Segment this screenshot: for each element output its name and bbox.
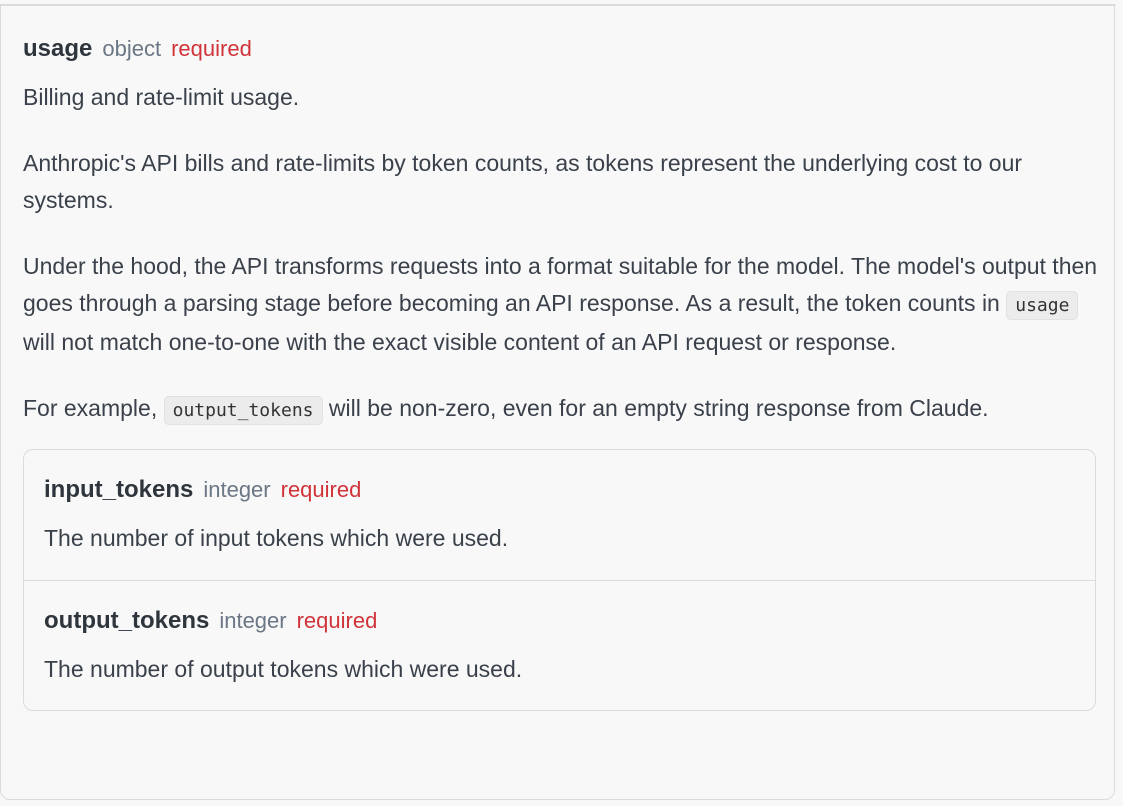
param-paragraph-example: For example, output_tokens will be non-z… <box>23 390 1098 429</box>
param-description: Billing and rate-limit usage. <box>23 84 300 110</box>
param-type: integer <box>203 477 271 502</box>
child-param-header: output_tokens integer required <box>44 607 1075 641</box>
child-param-header: input_tokens integer required <box>44 476 1075 510</box>
child-param-output-tokens: output_tokens integer required The numbe… <box>24 580 1095 710</box>
paragraph-text: will not match one-to-one with the exact… <box>23 329 897 355</box>
param-name: output_tokens <box>44 607 210 634</box>
usage-param-panel: usage object required Billing and rate-l… <box>0 4 1116 800</box>
param-name: usage <box>23 35 93 62</box>
required-badge: required <box>280 477 362 502</box>
param-description: The number of output tokens which were u… <box>44 656 523 682</box>
paragraph-text: will be non-zero, even for an empty stri… <box>322 395 989 421</box>
required-badge: required <box>171 36 252 61</box>
param-paragraph-parsing: Under the hood, the API transforms reque… <box>23 248 1098 361</box>
param-name: input_tokens <box>44 476 194 503</box>
child-param-input-tokens: input_tokens integer required The number… <box>24 450 1095 580</box>
param-paragraph-billing: Anthropic's API bills and rate-limits by… <box>23 150 1023 213</box>
paragraph-text: Under the hood, the API transforms reque… <box>23 253 1098 316</box>
required-badge: required <box>296 608 378 633</box>
top-divider <box>1 5 1116 6</box>
usage-param-content: usage object required Billing and rate-l… <box>23 35 1098 711</box>
inline-code-usage: usage <box>1006 291 1079 320</box>
paragraph-text: For example, <box>23 395 164 421</box>
param-description: The number of input tokens which were us… <box>44 525 509 551</box>
param-type: integer <box>219 608 287 633</box>
child-attributes-box: input_tokens integer required The number… <box>23 449 1096 711</box>
param-type: object <box>102 36 162 61</box>
usage-param-header: usage object required <box>23 35 1098 67</box>
inline-code-output-tokens: output_tokens <box>163 396 323 425</box>
